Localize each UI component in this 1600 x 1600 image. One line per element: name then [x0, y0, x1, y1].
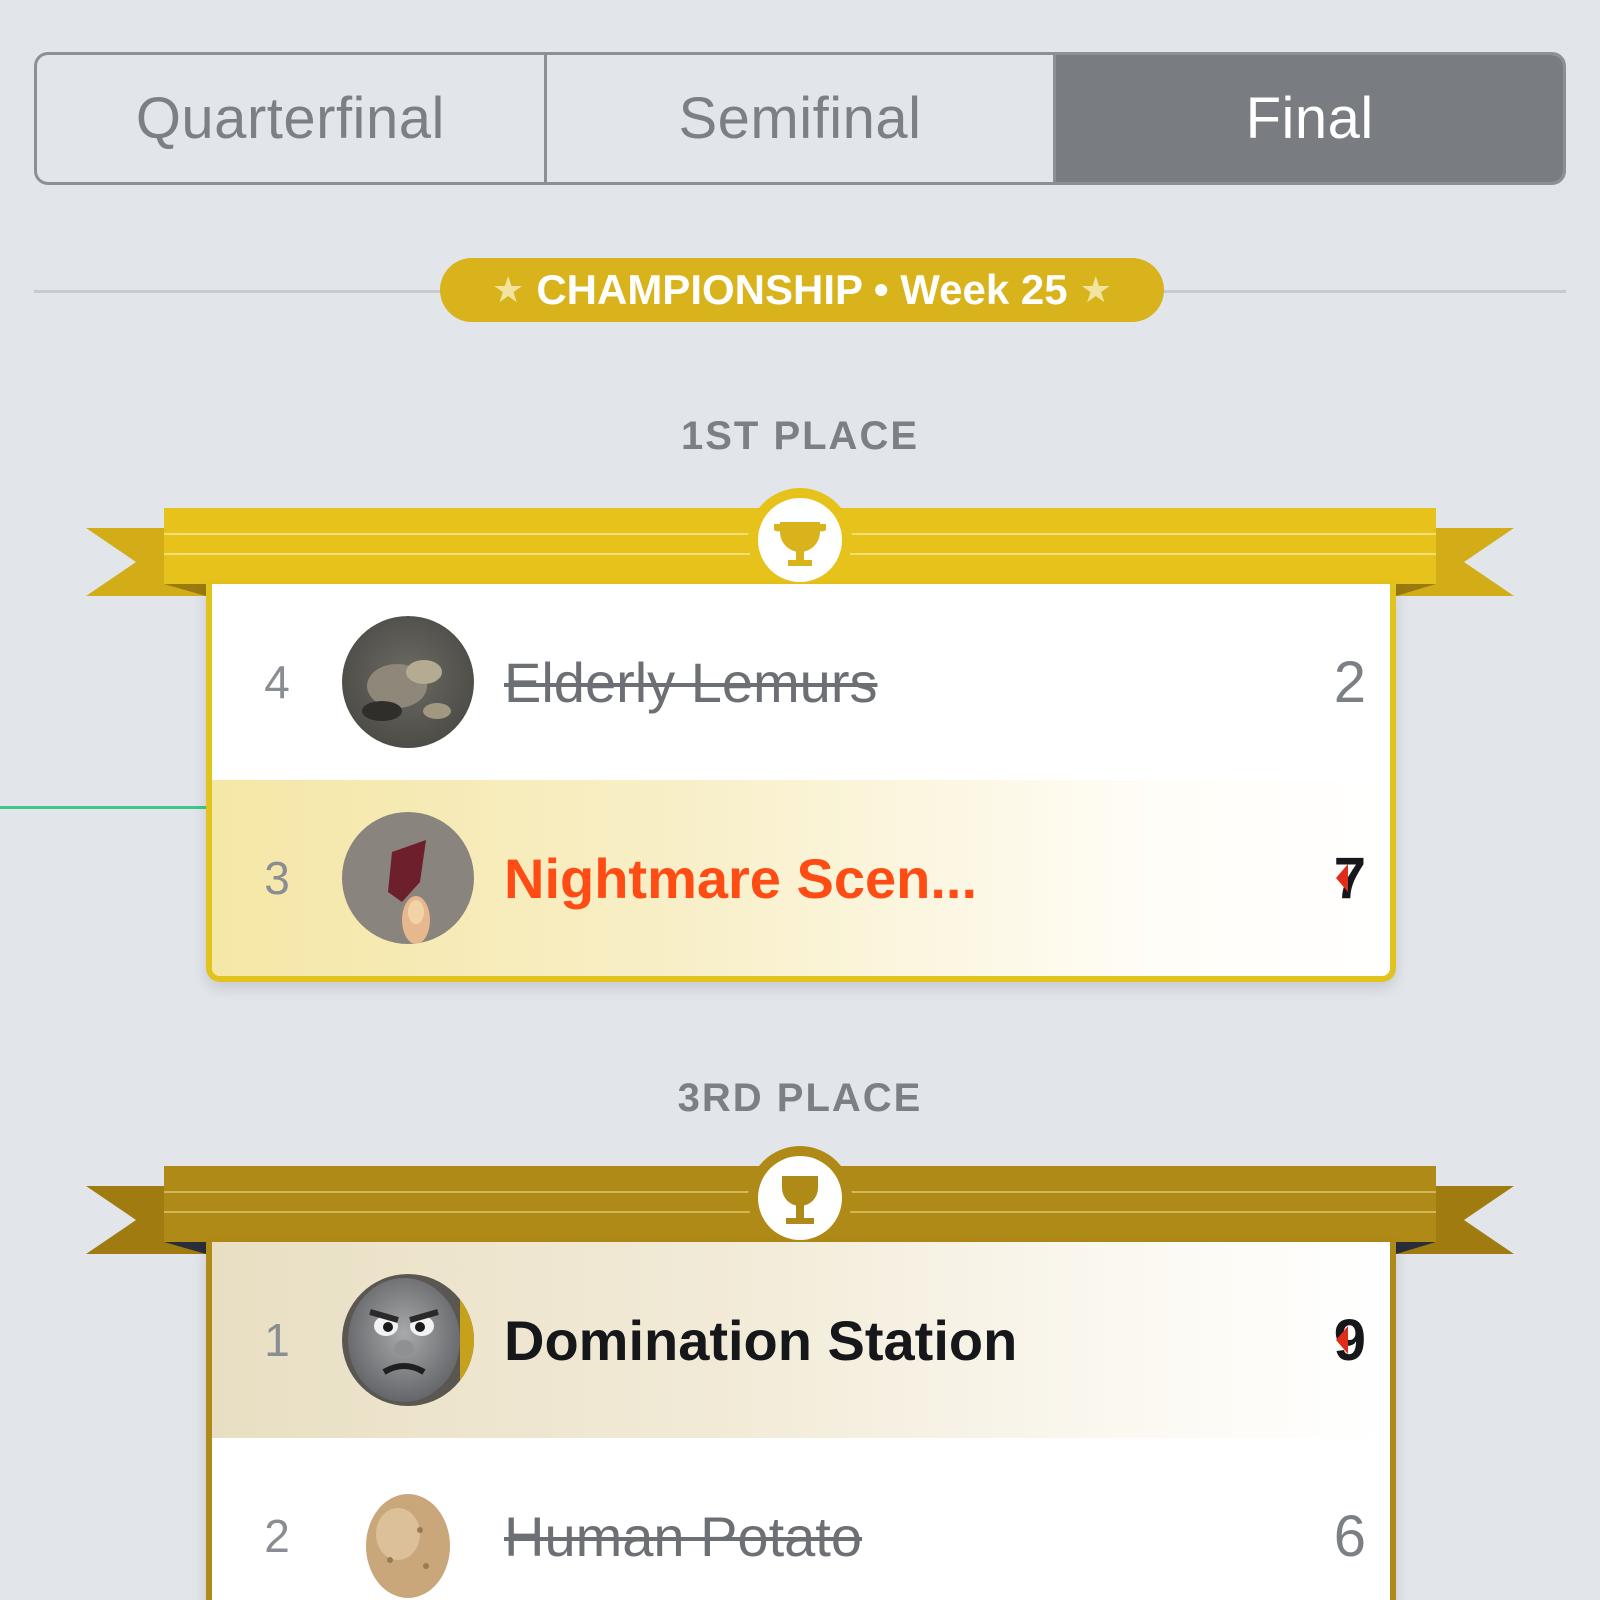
- championship-label: CHAMPIONSHIP • Week 25: [536, 266, 1068, 313]
- star-icon: ★: [1079, 269, 1112, 310]
- third-place-matchup: 1 Domination Station 9 2 Human Potato 6: [0, 1146, 1600, 1600]
- team-name: Nightmare Scen...: [504, 846, 978, 910]
- team-row-winner[interactable]: 1 Domination Station 9: [212, 1242, 1390, 1438]
- first-place-card: 4 Elderly Lemurs 2 3 Nightmare Scen... 7: [206, 584, 1396, 982]
- third-place-card: 1 Domination Station 9 2 Human Potato 6: [206, 1242, 1396, 1600]
- winner-indicator-icon: [1336, 864, 1348, 892]
- team-row[interactable]: 2 Human Potato 6: [212, 1438, 1390, 1600]
- winner-indicator-icon: [1336, 1326, 1348, 1354]
- team-seed: 3: [264, 852, 290, 904]
- team-avatar: [342, 812, 474, 944]
- tab-final[interactable]: Final: [1056, 55, 1563, 182]
- first-place-label: 1ST PLACE: [680, 414, 920, 458]
- team-score: 7: [1333, 845, 1366, 911]
- first-place-matchup: 4 Elderly Lemurs 2 3 Nightmare Scen... 7: [0, 488, 1600, 988]
- team-seed: 1: [264, 1314, 290, 1366]
- star-icon: ★: [492, 269, 525, 310]
- team-seed: 2: [264, 1510, 290, 1562]
- championship-badge: ★ CHAMPIONSHIP • Week 25 ★: [440, 258, 1164, 322]
- team-score: 2: [1333, 649, 1366, 715]
- team-avatar: [342, 1470, 474, 1600]
- round-tabs: Quarterfinal Semifinal Final: [34, 52, 1566, 185]
- team-name: Domination Station: [504, 1308, 1018, 1372]
- team-score: 9: [1333, 1307, 1366, 1373]
- team-seed: 4: [264, 656, 290, 708]
- team-name: Human Potato: [504, 1504, 862, 1568]
- tab-semifinal[interactable]: Semifinal: [547, 55, 1057, 182]
- team-row-winner[interactable]: 3 Nightmare Scen... 7: [212, 780, 1390, 976]
- third-place-label: 3RD PLACE: [677, 1076, 923, 1120]
- team-avatar: [342, 1274, 474, 1406]
- team-score: 6: [1333, 1503, 1366, 1569]
- team-name: Elderly Lemurs: [504, 650, 878, 714]
- team-row[interactable]: 4 Elderly Lemurs 2: [212, 584, 1390, 780]
- team-avatar: [342, 616, 474, 748]
- tab-quarterfinal[interactable]: Quarterfinal: [37, 55, 547, 182]
